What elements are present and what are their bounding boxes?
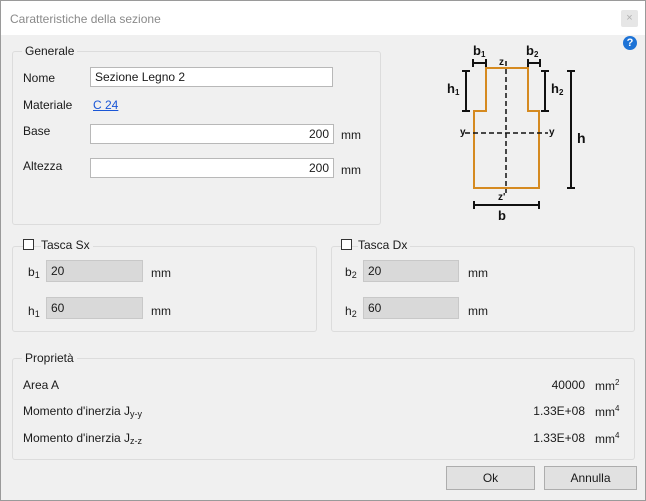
materiale-link[interactable]: C 24 (93, 98, 118, 112)
jyy-value: 1.33E+08 (533, 404, 585, 418)
y-right-label: y (549, 127, 555, 138)
jzz-unit: mm4 (595, 431, 620, 446)
ok-button[interactable]: Ok (446, 466, 535, 490)
proprieta-legend: Proprietà (22, 351, 77, 365)
nome-input[interactable]: Sezione Legno 2 (90, 67, 333, 87)
b1-label: b (473, 43, 481, 58)
tasca-sx-h-unit: mm (151, 304, 171, 318)
altezza-input[interactable]: 200 (90, 158, 334, 178)
jyy-unit: mm4 (595, 404, 620, 419)
svg-text:b2: b2 (526, 43, 539, 59)
tasca-dx-b-unit: mm (468, 266, 488, 280)
base-unit: mm (341, 128, 361, 142)
tasca-sx-h-label: h1 (28, 304, 40, 319)
jzz-label: Momento d'inerzia Jz-z (23, 431, 143, 446)
altezza-unit: mm (341, 163, 361, 177)
y-left-label: y (460, 127, 466, 138)
close-icon[interactable]: × (621, 10, 638, 27)
h1-label: h (447, 81, 455, 96)
tasca-dx-b-label: b2 (345, 265, 357, 280)
h-label: h (577, 130, 586, 146)
tasca-dx-legend: Tasca Dx (358, 238, 411, 252)
svg-text:h1: h1 (447, 81, 460, 97)
h2-sub: 2 (559, 88, 564, 97)
tasca-dx-h-label: h2 (345, 304, 357, 319)
b-label: b (498, 208, 506, 223)
altezza-label: Altezza (23, 159, 63, 173)
area-label: Area A (23, 378, 60, 392)
tasca-dx-checkbox[interactable] (341, 239, 352, 250)
b2-sub: 2 (534, 50, 539, 59)
tasca-sx-group (12, 246, 317, 332)
title-bar: Caratteristiche della sezione × (1, 1, 645, 35)
dialog-window: Caratteristiche della sezione × ? Genera… (0, 0, 646, 501)
area-unit: mm2 (595, 378, 620, 393)
tasca-dx-group (331, 246, 635, 332)
tasca-sx-h-input[interactable]: 60 (46, 297, 143, 319)
help-icon[interactable]: ? (623, 36, 637, 50)
svg-text:h2: h2 (551, 81, 564, 97)
area-value: 40000 (551, 378, 585, 392)
tasca-sx-b-unit: mm (151, 266, 171, 280)
tasca-dx-b-input[interactable]: 20 (363, 260, 459, 282)
tasca-sx-b-label: b1 (28, 265, 40, 280)
z-top-label: z (499, 57, 504, 68)
tasca-dx-h-unit: mm (468, 304, 488, 318)
z-bottom-label: z' (498, 192, 505, 203)
base-input[interactable]: 200 (90, 124, 334, 144)
nome-label: Nome (23, 71, 56, 85)
section-diagram: b1 b2 h1 h2 h b z z' y y (447, 43, 586, 223)
h2-label: h (551, 81, 559, 96)
svg-text:b1: b1 (473, 43, 486, 59)
tasca-dx-h-input[interactable]: 60 (363, 297, 459, 319)
materiale-label: Materiale (23, 98, 73, 112)
tasca-sx-checkbox[interactable] (23, 239, 34, 250)
tasca-sx-b-input[interactable]: 20 (46, 260, 143, 282)
b2-label: b (526, 43, 534, 58)
generale-legend: Generale (22, 44, 78, 58)
jzz-value: 1.33E+08 (533, 431, 585, 445)
h1-sub: 1 (455, 88, 460, 97)
window-title: Caratteristiche della sezione (10, 12, 161, 26)
base-label: Base (23, 124, 51, 138)
b1-sub: 1 (481, 50, 486, 59)
annulla-button[interactable]: Annulla (544, 466, 637, 490)
jyy-label: Momento d'inerzia Jy-y (23, 404, 143, 419)
tasca-sx-legend: Tasca Sx (41, 238, 93, 252)
